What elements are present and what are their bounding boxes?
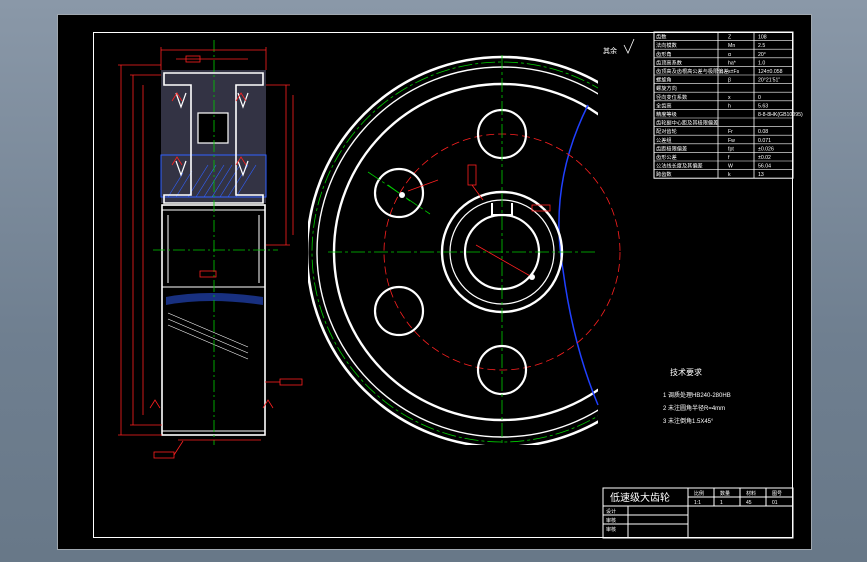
tb-cell-3: 材料 (746, 490, 756, 497)
gear-table-symbol: x (728, 95, 731, 101)
gear-table-value: 2.5 (758, 43, 765, 49)
hub-body (161, 204, 266, 436)
tb-cell-2: 数量 (720, 490, 730, 497)
gear-table-symbol: β (728, 78, 731, 84)
title-block-row-2: 审核 (606, 517, 616, 524)
tb-cell-5: 1:1 (694, 500, 701, 506)
gear-table-symbol: ha* (728, 60, 736, 66)
gear-table-value: 0.08 (758, 129, 768, 135)
gear-parameter-table: 齿数 Z 108 法向模数 Mn 2.5 齿形角 α 20° 齿顶高系数 ha* 1.0 齿顶高及齿根高… (653, 31, 803, 179)
gear-table-label: 精度等级 (656, 110, 677, 118)
gear-table-value: 20° (758, 52, 766, 58)
gear-table-value: 56.04 (758, 164, 771, 170)
gear-table-value: 0 (758, 95, 761, 101)
gear-table-value: 5.63 (758, 103, 768, 109)
gear-table-label: 公差组 (656, 136, 672, 144)
roughness-note: 其余 (603, 46, 617, 55)
gear-table-label: 齿轮副中心距及其极限偏差 (656, 119, 718, 127)
gear-table-value: 108 (758, 35, 767, 41)
gear-table-label: 跨齿数 (656, 170, 672, 178)
gear-table-value: ±0.02 (758, 155, 771, 161)
gear-table-symbol: s±Fs (728, 69, 740, 75)
gear-table-label: 齿数 (656, 33, 667, 41)
tech-req-heading: 技术要求 (670, 367, 702, 377)
gear-table-label: 螺旋方向 (656, 84, 677, 92)
gear-table-label: 齿形角 (656, 50, 672, 58)
tb-cell-6: 1 (720, 500, 723, 506)
tb-cell-4: 图号 (772, 491, 782, 497)
tech-requirements: 技术要求 1 调质处理HB240-280HB 2 未注圆角半径R=4mm 3 未… (663, 367, 731, 425)
title-block-row-1: 设计 (606, 508, 616, 515)
gear-table-label: 齿距极限偏差 (656, 144, 687, 152)
gear-table-symbol: k (728, 172, 731, 178)
roughness-symbol (623, 38, 635, 54)
drawing-canvas: 其余 齿数 Z 108 法向模数 Mn 2.5 齿形角 α 20° 齿顶高系数 ha* 1.0 齿顶高及… (118, 31, 803, 539)
gear-table-symbol: fpt (728, 146, 734, 152)
tech-req-item-3: 3 未注倒角1.5X45° (663, 417, 714, 425)
gear-table-label: 螺旋角 (656, 76, 672, 84)
gear-table-value: 8-8-8HK(GB10095) (758, 112, 803, 118)
gear-table-label: 径向变位系数 (656, 93, 688, 101)
break-line (558, 104, 599, 406)
tb-cell-8: 01 (772, 500, 778, 506)
title-block-row-3: 审核 (606, 526, 616, 533)
gear-table-value: ±0.026 (758, 146, 774, 152)
gear-table-label: 齿顶高系数 (656, 58, 683, 66)
gear-table-label: 齿形公差 (656, 153, 677, 161)
gear-table-label: 配对齿轮 (656, 127, 677, 135)
section-view (118, 40, 303, 459)
gear-table-symbol: Fw (728, 138, 735, 144)
drawing-title: 低速级大齿轮 (610, 491, 670, 504)
gear-table-label: 全齿高 (656, 101, 672, 109)
gear-table-label: 齿顶高及齿根高公差与极限偏差 (656, 67, 729, 75)
gear-table-value: 20°21'51" (758, 78, 780, 84)
gear-table-symbol: Mn (728, 43, 735, 49)
gear-table-value: 124±0.058 (758, 69, 783, 75)
gear-table-value: 1.0 (758, 60, 765, 66)
gear-table-symbol: Fr (728, 129, 733, 135)
tech-req-item-2: 2 未注圆角半径R=4mm (663, 404, 725, 412)
gear-table-label: 法向模数 (656, 41, 678, 49)
tb-cell-7: 45 (746, 500, 752, 506)
gear-table-value: 0.071 (758, 138, 771, 144)
gear-table-symbol: f (728, 155, 730, 161)
tb-cell-1: 比例 (694, 490, 704, 497)
gear-table-symbol: h (728, 103, 731, 109)
tech-req-item-1: 1 调质处理HB240-280HB (663, 391, 731, 399)
gear-table-symbol: W (728, 164, 733, 170)
gear-table-symbol: α (728, 52, 731, 58)
cad-viewport[interactable]: 其余 齿数 Z 108 法向模数 Mn 2.5 齿形角 α 20° 齿顶高系数 ha* 1.0 齿顶高及… (57, 14, 812, 550)
gear-table-label: 公法线长度及其偏差 (656, 162, 703, 170)
gear-table-symbol: Z (728, 35, 731, 41)
front-view (308, 55, 621, 445)
gear-table-value: 13 (758, 172, 764, 178)
